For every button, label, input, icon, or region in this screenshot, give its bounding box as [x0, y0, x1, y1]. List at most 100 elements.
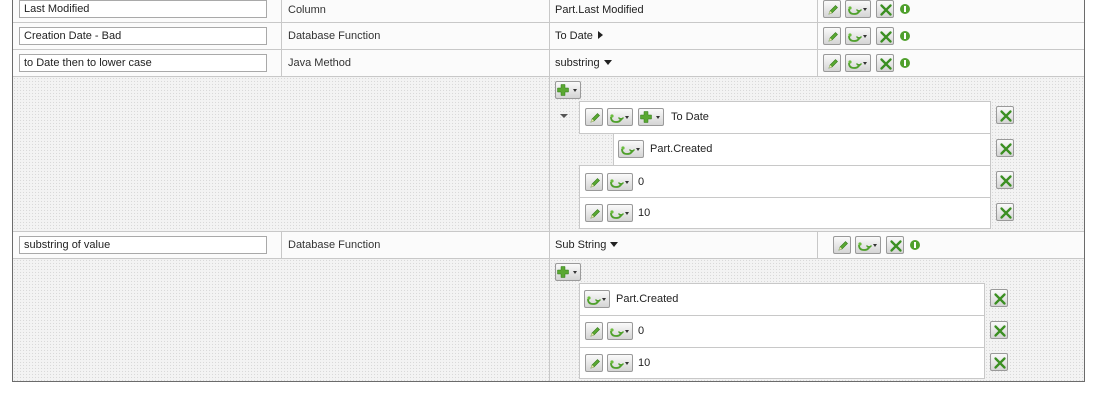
close-icon — [877, 55, 895, 73]
name-input[interactable]: Last Modified — [19, 0, 267, 18]
info-icon[interactable] — [910, 240, 920, 250]
panel-spacer — [13, 259, 550, 381]
link-dropdown-button[interactable] — [845, 27, 871, 45]
name-input[interactable]: Creation Date - Bad — [19, 27, 267, 45]
chevron-down-icon — [863, 35, 867, 38]
type-cell: Database Function — [282, 23, 550, 49]
edit-button[interactable] — [823, 0, 841, 18]
edit-button[interactable] — [585, 204, 603, 222]
link-dropdown-button[interactable] — [855, 236, 881, 254]
link-icon — [856, 237, 874, 255]
link-icon — [619, 141, 637, 159]
remove-button[interactable] — [990, 289, 1008, 307]
link-icon — [608, 174, 626, 192]
parameter-value: 0 — [638, 325, 645, 337]
link-dropdown-button[interactable] — [584, 290, 610, 308]
type-label: Database Function — [288, 30, 381, 42]
name-cell: to Date then to lower case — [13, 50, 282, 76]
info-icon[interactable] — [900, 58, 910, 68]
chevron-down-icon[interactable] — [610, 242, 619, 247]
value-label: Part.Last Modified — [555, 4, 644, 16]
remove-button[interactable] — [876, 27, 894, 45]
close-icon — [877, 28, 895, 46]
info-icon[interactable] — [900, 31, 910, 41]
remove-button[interactable] — [990, 321, 1008, 339]
parameter-value: Part.Created — [650, 143, 713, 155]
add-parameter-button[interactable] — [638, 108, 664, 126]
edit-button[interactable] — [833, 236, 851, 254]
add-parameter-button[interactable] — [555, 81, 581, 99]
edit-button[interactable] — [585, 108, 603, 126]
chevron-down-icon — [863, 8, 867, 11]
table-row: Creation Date - Bad Database Function To… — [13, 23, 1084, 50]
remove-button[interactable] — [996, 139, 1014, 157]
close-icon — [997, 172, 1015, 190]
link-icon — [608, 355, 626, 373]
parameter-value: 0 — [638, 176, 645, 188]
close-icon — [991, 290, 1009, 308]
pencil-icon — [834, 237, 852, 255]
remove-button[interactable] — [886, 236, 904, 254]
link-dropdown-button[interactable] — [618, 140, 644, 158]
link-dropdown-button[interactable] — [845, 0, 871, 18]
link-dropdown-button[interactable] — [607, 322, 633, 340]
nested-parameter: Part.Created — [613, 133, 991, 166]
link-icon — [608, 205, 626, 223]
collapse-icon[interactable] — [560, 114, 568, 118]
method-name[interactable]: substring — [555, 57, 600, 69]
nested-function: To Date — [579, 101, 991, 134]
name-cell: Last Modified — [13, 0, 282, 22]
value-cell: To Date — [550, 23, 818, 49]
edit-button[interactable] — [585, 322, 603, 340]
edit-button[interactable] — [823, 27, 841, 45]
function-name: To Date — [671, 111, 709, 123]
chevron-down-icon — [625, 212, 629, 215]
pencil-icon — [586, 323, 604, 341]
remove-button[interactable] — [990, 353, 1008, 371]
pencil-icon — [586, 109, 604, 127]
chevron-down-icon — [625, 181, 629, 184]
chevron-down-icon[interactable] — [603, 60, 612, 65]
chevron-down-icon — [602, 298, 606, 301]
link-icon — [585, 291, 603, 309]
close-icon — [887, 237, 905, 255]
value-cell: Part.Last Modified — [550, 0, 818, 22]
close-icon — [991, 354, 1009, 372]
link-icon — [846, 1, 864, 19]
type-cell: Column — [282, 0, 550, 22]
type-label: Database Function — [288, 239, 381, 251]
chevron-down-icon — [656, 116, 660, 119]
function-name[interactable]: To Date — [555, 30, 593, 42]
chevron-down-icon — [863, 62, 867, 65]
link-dropdown-button[interactable] — [607, 204, 633, 222]
remove-button[interactable] — [876, 54, 894, 72]
function-name[interactable]: Sub String — [555, 239, 606, 251]
remove-button[interactable] — [876, 0, 894, 18]
add-parameter-button[interactable] — [555, 263, 581, 281]
type-cell: Java Method — [282, 50, 550, 76]
name-input[interactable]: substring of value — [19, 236, 267, 254]
expand-right-icon[interactable] — [597, 31, 603, 39]
remove-button[interactable] — [996, 171, 1014, 189]
link-dropdown-button[interactable] — [607, 173, 633, 191]
name-input[interactable]: to Date then to lower case — [19, 54, 267, 72]
close-icon — [997, 204, 1015, 222]
chevron-down-icon — [636, 148, 640, 151]
type-label: Java Method — [288, 57, 351, 69]
parameter-value: 10 — [638, 357, 651, 369]
edit-button[interactable] — [823, 54, 841, 72]
link-dropdown-button[interactable] — [607, 354, 633, 372]
plus-icon — [556, 82, 574, 100]
link-dropdown-button[interactable] — [845, 54, 871, 72]
parameters-panel: To Date Part.Created 0 10 — [13, 77, 1084, 232]
plus-icon — [556, 264, 574, 282]
info-icon[interactable] — [900, 4, 910, 14]
parameter-value: Part.Created — [616, 293, 679, 305]
link-dropdown-button[interactable] — [607, 108, 633, 126]
parameter-row: Part.Created — [579, 283, 985, 316]
remove-button[interactable] — [996, 106, 1014, 124]
remove-button[interactable] — [996, 203, 1014, 221]
edit-button[interactable] — [585, 173, 603, 191]
close-icon — [997, 107, 1015, 125]
edit-button[interactable] — [585, 354, 603, 372]
